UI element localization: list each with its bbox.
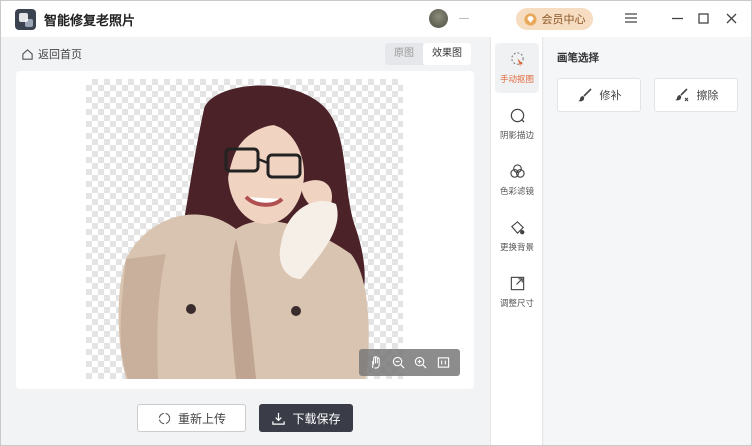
hand-pan-icon[interactable] [368,356,382,370]
app-logo-icon [15,9,36,30]
diamond-icon [523,12,537,26]
vip-label: 会员中心 [541,13,586,26]
reupload-button[interactable]: 重新上传 [137,404,246,432]
download-icon [272,412,286,425]
resize-icon [510,276,524,291]
tab-original[interactable]: 原图 [385,43,423,65]
zoom-out-icon[interactable] [391,356,405,370]
tool-color-filter[interactable]: 色彩滤镜 [495,155,539,205]
refresh-icon [158,412,171,424]
repair-brush-button[interactable]: 修补 [557,78,641,112]
brush-erase-icon [674,88,688,102]
fit-screen-icon[interactable] [437,356,451,370]
brush-repair-icon [577,88,592,102]
zoom-toolbar [359,349,460,376]
tool-label: 色彩滤镜 [499,187,534,197]
tool-sidebar: 手动抠图 阴影描边 色彩滤镜 更换背景 调整尺寸 [490,37,543,445]
tool-manual-cutout[interactable]: 手动抠图 [495,43,539,93]
maximize-icon[interactable] [695,10,711,26]
color-filter-icon [509,164,525,178]
user-avatar[interactable] [429,9,448,28]
view-toggle: 原图 效果图 [385,43,471,65]
close-icon[interactable] [723,10,739,26]
tab-effect[interactable]: 效果图 [423,43,471,65]
shadow-outline-icon [510,108,525,123]
repair-label: 修补 [599,89,622,102]
tool-change-background[interactable]: 更换背景 [495,211,539,261]
zoom-in-icon[interactable] [414,356,428,370]
app-title: 智能修复老照片 [44,14,136,29]
cutout-photo[interactable] [86,79,403,379]
erase-brush-button[interactable]: 擦除 [654,78,738,112]
tool-label: 更换背景 [499,243,534,253]
back-home-link[interactable]: 返回首页 [21,46,82,62]
user-name [459,18,469,19]
back-home-label: 返回首页 [38,48,82,61]
download-save-button[interactable]: 下载保存 [259,404,353,432]
tool-label: 阴影描边 [499,131,534,141]
title-bar: 智能修复老照片 会员中心 [1,1,751,37]
tool-shadow-outline[interactable]: 阴影描边 [495,99,539,149]
home-icon [22,48,33,60]
erase-label: 擦除 [696,89,719,102]
reupload-label: 重新上传 [177,411,226,426]
brush-panel: 画笔选择 修补 擦除 [544,37,751,445]
tool-resize[interactable]: 调整尺寸 [495,267,539,317]
vip-center-button[interactable]: 会员中心 [516,8,593,30]
app-window: 智能修复老照片 会员中心 返回首页 原图 效果图 重新上传 下载保存 手动抠图 … [0,0,752,446]
tool-label: 调整尺寸 [499,299,534,309]
brush-panel-title: 画笔选择 [557,52,599,64]
paint-bucket-icon [510,221,524,235]
cursor-cut-icon [510,52,524,68]
download-save-label: 下载保存 [292,411,341,426]
minimize-icon[interactable] [669,10,685,26]
menu-icon[interactable] [623,10,639,26]
tool-label: 手动抠图 [499,75,534,85]
